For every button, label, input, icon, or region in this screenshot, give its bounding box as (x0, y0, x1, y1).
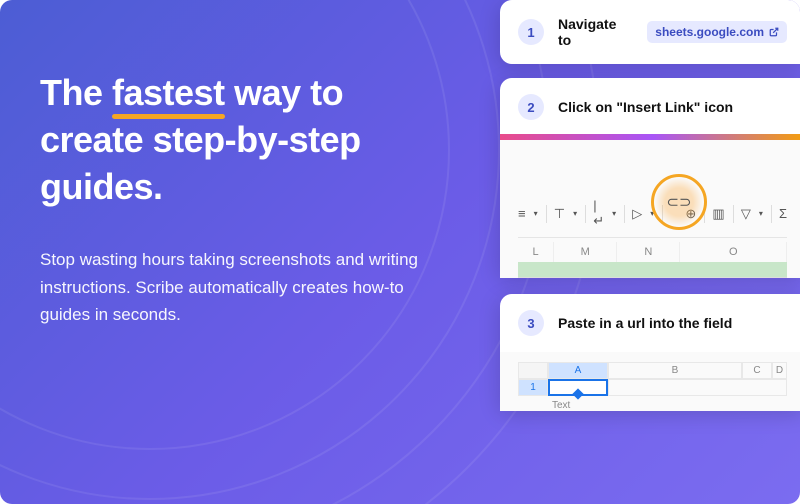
step-label: Click on "Insert Link" icon (558, 99, 733, 115)
headline-underlined: fastest (112, 70, 225, 117)
col-header: O (680, 242, 787, 262)
step-card-3: 3 Paste in a url into the field A B C D … (500, 294, 800, 411)
caret-icon: ▾ (759, 209, 763, 218)
highlight-circle: ⊂⊃ (651, 174, 707, 230)
text-hint-label: Text (518, 396, 787, 411)
filter-icon: ▽ (741, 206, 751, 222)
step-cards: 1 Navigate to sheets.google.com 2 Click … (500, 0, 800, 504)
col-header: N (617, 242, 680, 262)
headline: The fastest way to create step-by-step g… (40, 70, 440, 210)
subheadline: Stop wasting hours taking screenshots an… (40, 246, 440, 328)
step-card-1: 1 Navigate to sheets.google.com (500, 0, 800, 64)
step-label: Navigate to (558, 16, 633, 48)
step-link[interactable]: sheets.google.com (647, 21, 787, 43)
functions-icon: Σ (779, 206, 787, 221)
toolbar-preview: ≡▾ ⊤▾ |↵▾ ▷▾ ⊂⊃ ⊕ ▥ ▽▾ (500, 140, 800, 278)
headline-prefix: The (40, 72, 112, 113)
col-header: L (518, 242, 554, 262)
chart-icon: ▥ (712, 206, 724, 222)
sheet-row (518, 262, 787, 278)
step-card-2: 2 Click on "Insert Link" icon ≡▾ ⊤▾ |↵▾ … (500, 78, 800, 278)
col-header: B (608, 362, 742, 379)
step-number-badge: 1 (518, 19, 544, 45)
col-header: C (742, 362, 772, 379)
sheet-preview: A B C D 1 Text (500, 352, 800, 411)
hero-container: The fastest way to create step-by-step g… (0, 0, 800, 504)
active-cell[interactable] (548, 379, 608, 396)
col-header: M (554, 242, 617, 262)
step-number-badge: 2 (518, 94, 544, 120)
step-link-text: sheets.google.com (655, 25, 764, 39)
col-header: A (548, 362, 608, 379)
caret-icon: ▾ (573, 209, 577, 218)
wrap-icon: |↵ (593, 198, 604, 229)
col-header: D (772, 362, 787, 379)
step-label: Paste in a url into the field (558, 315, 732, 331)
step-number-badge: 3 (518, 310, 544, 336)
cell (608, 379, 787, 396)
insert-link-icon[interactable]: ⊂⊃ (666, 193, 691, 211)
valign-icon: ⊤ (554, 206, 565, 222)
caret-icon: ▾ (534, 209, 538, 218)
align-icon: ≡ (518, 206, 526, 221)
column-headers: L M N O (518, 242, 787, 262)
sheet-corner (518, 362, 548, 379)
rotate-icon: ▷ (632, 206, 642, 222)
caret-icon: ▾ (612, 209, 616, 218)
external-link-icon (769, 27, 779, 37)
row-header: 1 (518, 379, 548, 396)
hero-text: The fastest way to create step-by-step g… (40, 70, 440, 328)
